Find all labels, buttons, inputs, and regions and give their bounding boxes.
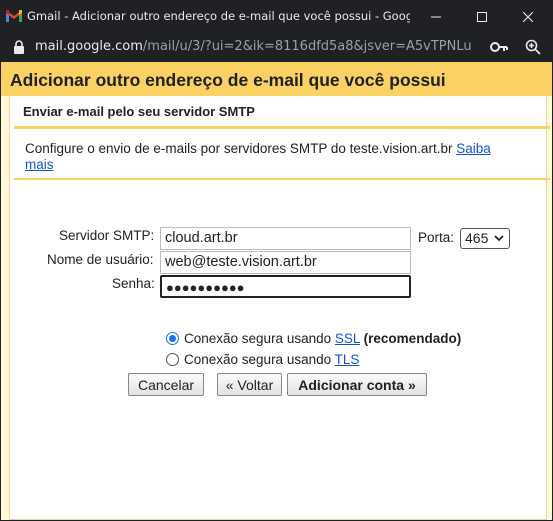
gmail-icon <box>6 10 22 22</box>
key-icon[interactable] <box>490 41 508 53</box>
port-value: 465 <box>465 230 489 246</box>
close-button[interactable] <box>505 0 551 33</box>
window-titlebar: Gmail - Adicionar outro endereço de e-ma… <box>0 0 553 33</box>
description: Configure o envio de e-mails por servido… <box>25 141 525 173</box>
password-label: Senha: <box>112 276 155 291</box>
port-label: Porta: <box>418 230 455 245</box>
smtp-server-label: Servidor SMTP: <box>59 228 155 243</box>
window-title: Gmail - Adicionar outro endereço de e-ma… <box>27 9 410 23</box>
maximize-icon <box>477 11 487 22</box>
lock-icon <box>14 40 24 54</box>
ssl-radio[interactable] <box>166 332 179 345</box>
url-host: mail.google.com <box>35 39 143 54</box>
url-text[interactable]: mail.google.com/mail/u/3/?ui=2&ik=8116df… <box>35 39 471 54</box>
add-account-button[interactable]: Adicionar conta » <box>287 373 427 396</box>
dialog-page: Adicionar outro endereço de e-mail que v… <box>1 62 552 520</box>
cancel-button[interactable]: Cancelar <box>128 373 204 396</box>
description-text: Configure o envio de e-mails por servido… <box>25 141 457 156</box>
minimize-icon <box>431 16 441 17</box>
close-icon <box>523 11 533 22</box>
address-bar[interactable]: mail.google.com/mail/u/3/?ui=2&ik=8116df… <box>0 33 553 62</box>
smtp-server-input[interactable]: cloud.art.br <box>160 227 411 250</box>
chevron-down-icon <box>494 235 504 242</box>
form-panel: Enviar e-mail pelo seu servidor SMTP Con… <box>9 96 550 520</box>
tls-radio[interactable] <box>166 353 179 366</box>
page-header: Adicionar outro endereço de e-mail que v… <box>1 62 552 96</box>
divider <box>14 178 550 180</box>
ssl-link[interactable]: SSL <box>335 331 360 346</box>
port-select[interactable]: 465 <box>460 228 510 249</box>
password-input[interactable]: ●●●●●●●●●● <box>160 275 411 298</box>
username-label: Nome de usuário: <box>47 252 154 267</box>
back-button[interactable]: « Voltar <box>217 373 282 396</box>
recommended-text: (recomendado) <box>363 331 462 346</box>
url-path: /mail/u/3/?ui=2&ik=8116dfd5a8&jsver=A5vT… <box>142 39 471 54</box>
zoom-icon[interactable] <box>525 39 541 55</box>
username-input[interactable]: web@teste.vision.art.br <box>160 251 411 274</box>
maximize-button[interactable] <box>459 0 505 33</box>
section-title: Enviar e-mail pelo seu servidor SMTP <box>23 104 255 119</box>
tls-link[interactable]: TLS <box>335 352 360 367</box>
divider <box>14 126 550 129</box>
page-title: Adicionar outro endereço de e-mail que v… <box>10 70 446 90</box>
tls-option-label: Conexão segura usando TLS <box>184 352 360 367</box>
minimize-button[interactable] <box>413 0 459 33</box>
ssl-option-label: Conexão segura usando SSL (recomendado) <box>184 331 462 346</box>
